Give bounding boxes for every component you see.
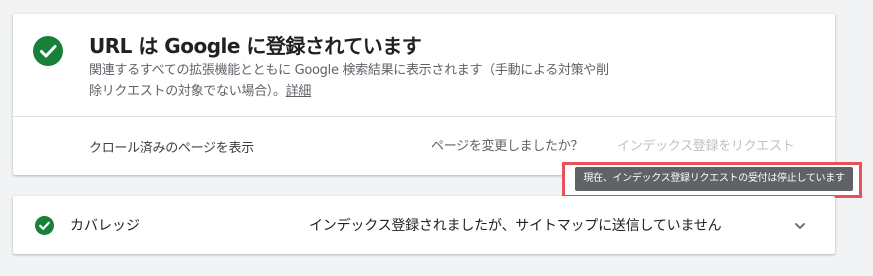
indexing-paused-tooltip: 現在、インデックス登録リクエストの受付は停止しています [575, 167, 853, 191]
coverage-card[interactable]: カバレッジ インデックス登録されましたが、サイトマップに送信していません [13, 196, 835, 254]
check-circle-icon [35, 216, 54, 235]
view-crawled-page-link[interactable]: クロール済みのページを表示 [89, 137, 254, 156]
coverage-status: インデックス登録されましたが、サイトマップに送信していません [309, 218, 722, 234]
page-changed-prompt: ページを変更しましたか？ [431, 139, 584, 154]
description-text: 関連するすべての拡張機能とともに Google 検索結果に表示されます（手動によ… [89, 63, 609, 99]
details-link[interactable]: 詳細 [286, 84, 312, 99]
chevron-down-icon[interactable] [793, 218, 807, 232]
check-circle-icon [33, 36, 63, 66]
page-title: URL は Google に登録されています [89, 34, 422, 58]
coverage-label: カバレッジ [70, 218, 140, 234]
status-description: 関連するすべての拡張機能とともに Google 検索結果に表示されます（手動によ… [89, 60, 619, 102]
request-indexing-button[interactable]: インデックス登録をリクエスト [617, 135, 795, 154]
url-status-card: URL は Google に登録されています 関連するすべての拡張機能とともに … [13, 14, 835, 175]
divider [13, 116, 835, 117]
